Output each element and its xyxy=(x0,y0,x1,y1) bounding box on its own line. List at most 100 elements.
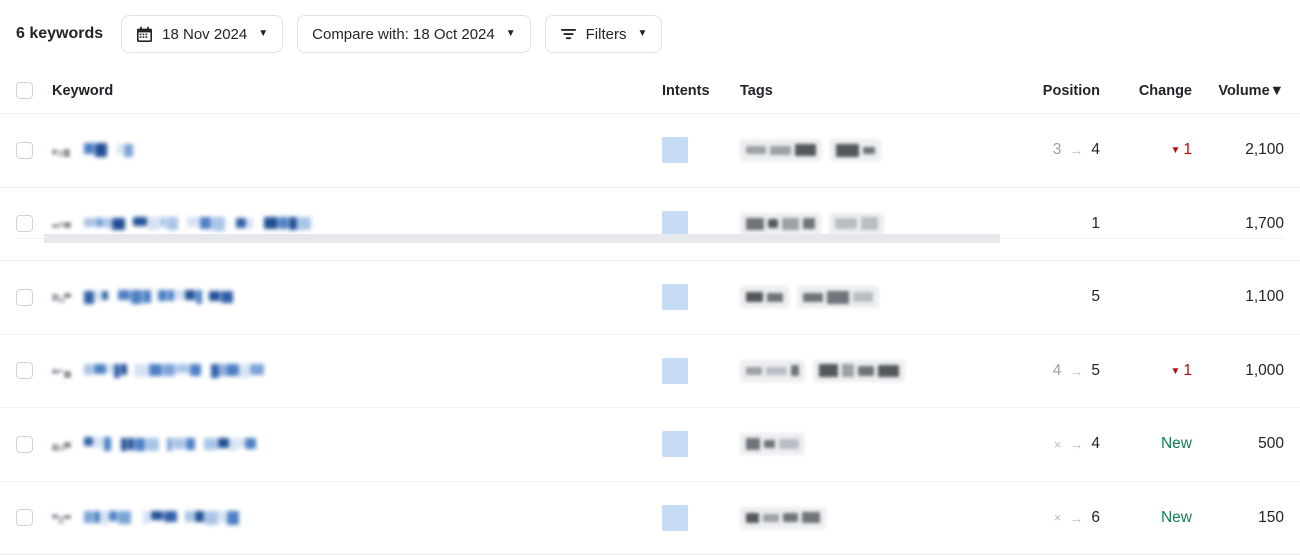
column-header-change[interactable]: Change xyxy=(1100,83,1192,99)
chevron-down-icon: ▼ xyxy=(506,29,516,39)
intents-cell[interactable] xyxy=(662,431,740,457)
row-select-checkbox[interactable] xyxy=(16,509,33,526)
change-new-badge: New xyxy=(1161,509,1192,526)
arrow-right-icon: → xyxy=(1069,436,1083,452)
change-cell: New xyxy=(1100,435,1192,453)
tags-cell[interactable] xyxy=(740,360,988,382)
position-current: 6 xyxy=(1091,509,1100,527)
tag-chip[interactable] xyxy=(740,213,821,235)
intents-cell[interactable] xyxy=(662,358,740,384)
tag-chip[interactable] xyxy=(740,433,805,455)
row-select-cell xyxy=(16,436,46,453)
tag-chip[interactable] xyxy=(797,286,879,308)
position-cell: 3→4 xyxy=(988,141,1100,159)
row-select-cell xyxy=(16,362,46,379)
keyword-source-icon xyxy=(52,364,72,378)
column-header-position[interactable]: Position xyxy=(988,83,1100,99)
tags-cell[interactable] xyxy=(740,213,988,235)
keyword-cell[interactable] xyxy=(46,290,662,305)
column-header-volume[interactable]: Volume▼ xyxy=(1192,83,1284,99)
row-select-cell xyxy=(16,142,46,159)
intent-badge[interactable] xyxy=(662,284,688,310)
tag-chip[interactable] xyxy=(829,213,884,235)
keyword-source-icon xyxy=(52,290,72,304)
keyword-source-icon xyxy=(52,217,72,231)
table-row[interactable]: 4→5▼11,000 xyxy=(0,335,1300,409)
table-row[interactable]: ×→6New150 xyxy=(0,482,1300,555)
table-row[interactable]: ×→4New500 xyxy=(0,408,1300,482)
tags-cell[interactable] xyxy=(740,139,988,161)
triangle-down-icon: ▼ xyxy=(1170,366,1180,377)
position-cell: 4→5 xyxy=(988,362,1100,380)
keyword-cell[interactable] xyxy=(46,437,662,452)
volume-value: 150 xyxy=(1258,509,1284,526)
keyword-cell[interactable] xyxy=(46,216,662,231)
select-all-checkbox[interactable] xyxy=(16,82,33,99)
arrow-right-icon: → xyxy=(1069,363,1083,379)
tag-chip[interactable] xyxy=(830,139,881,161)
row-select-checkbox[interactable] xyxy=(16,215,33,232)
keyword-source-icon xyxy=(52,437,72,451)
position-current: 5 xyxy=(1091,288,1100,306)
volume-value: 1,000 xyxy=(1245,362,1284,379)
date-picker-button[interactable]: 18 Nov 2024 ▼ xyxy=(121,15,283,53)
volume-cell: 1,100 xyxy=(1192,288,1284,306)
tag-chip[interactable] xyxy=(813,360,905,382)
intent-badge[interactable] xyxy=(662,358,688,384)
intent-badge[interactable] xyxy=(662,431,688,457)
row-select-checkbox[interactable] xyxy=(16,362,33,379)
keyword-cell[interactable] xyxy=(46,143,662,158)
position-cell: ×→6 xyxy=(988,509,1100,527)
table-row[interactable]: 3→4▼12,100 xyxy=(0,114,1300,188)
change-value: ▼1 xyxy=(1170,362,1192,379)
tag-chip[interactable] xyxy=(740,360,805,382)
compare-date-label: Compare with: 18 Oct 2024 xyxy=(312,26,495,43)
row-select-cell xyxy=(16,509,46,526)
tags-cell[interactable] xyxy=(740,286,988,308)
keyword-source-icon xyxy=(52,143,72,157)
keyword-cell[interactable] xyxy=(46,510,662,525)
column-header-volume-label: Volume xyxy=(1218,83,1269,99)
row-select-cell xyxy=(16,215,46,232)
chevron-down-icon: ▼ xyxy=(637,29,647,39)
intent-badge[interactable] xyxy=(662,211,688,237)
row-select-checkbox[interactable] xyxy=(16,436,33,453)
keyword-cell[interactable] xyxy=(46,363,662,378)
volume-value: 1,700 xyxy=(1245,215,1284,232)
tags-cell[interactable] xyxy=(740,433,988,455)
table-row[interactable]: 5 1,100 xyxy=(0,261,1300,335)
arrow-right-icon: → xyxy=(1069,510,1083,526)
position-previous: 4 xyxy=(1053,362,1062,380)
column-header-intents[interactable]: Intents xyxy=(662,83,740,99)
volume-value: 500 xyxy=(1258,435,1284,452)
volume-value: 1,100 xyxy=(1245,288,1284,305)
tag-chip[interactable] xyxy=(740,507,826,529)
volume-cell: 1,700 xyxy=(1192,215,1284,233)
tag-chip[interactable] xyxy=(740,286,789,308)
volume-cell: 1,000 xyxy=(1192,362,1284,380)
tag-chip[interactable] xyxy=(740,139,822,161)
row-select-checkbox[interactable] xyxy=(16,142,33,159)
tags-cell[interactable] xyxy=(740,507,988,529)
keyword-text-redacted xyxy=(84,510,243,525)
position-cell: 5 xyxy=(988,288,1100,306)
intents-cell[interactable] xyxy=(662,505,740,531)
intent-badge[interactable] xyxy=(662,137,688,163)
column-header-tags[interactable]: Tags xyxy=(740,83,988,99)
intents-cell[interactable] xyxy=(662,137,740,163)
position-none-icon: × xyxy=(1054,437,1062,452)
intent-badge[interactable] xyxy=(662,505,688,531)
row-select-checkbox[interactable] xyxy=(16,289,33,306)
table-header-row: Keyword Intents Tags Position Change Vol… xyxy=(0,68,1300,114)
compare-date-button[interactable]: Compare with: 18 Oct 2024 ▼ xyxy=(297,15,531,53)
intents-cell[interactable] xyxy=(662,211,740,237)
table-horizontal-scrollbar[interactable] xyxy=(44,234,1000,243)
intents-cell[interactable] xyxy=(662,284,740,310)
volume-cell: 2,100 xyxy=(1192,141,1284,159)
filters-button[interactable]: Filters ▼ xyxy=(545,15,663,53)
keyword-text-redacted xyxy=(84,216,319,231)
keyword-text-redacted xyxy=(84,143,137,158)
keyword-text-redacted xyxy=(84,290,239,305)
table-row[interactable]: 11,700 xyxy=(0,188,1300,262)
column-header-keyword[interactable]: Keyword xyxy=(46,83,662,99)
